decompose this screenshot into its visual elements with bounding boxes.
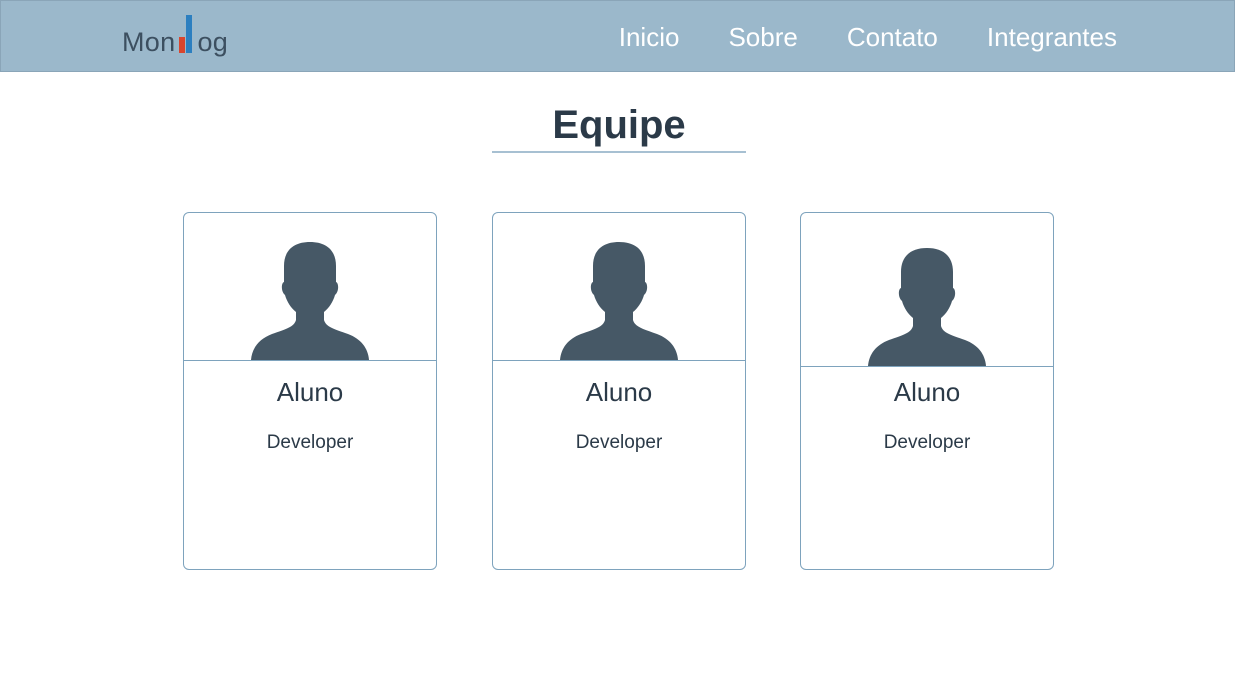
member-name: Aluno: [585, 377, 653, 407]
logo-text-right: og: [197, 27, 229, 57]
person-silhouette-icon: [560, 242, 678, 360]
logo-text-left: Mon: [122, 27, 176, 57]
nav-link-contato[interactable]: Contato: [847, 22, 938, 53]
nav-link-inicio[interactable]: Inicio: [619, 22, 680, 53]
title-underline: [492, 151, 746, 153]
nav-link-integrantes[interactable]: Integrantes: [987, 22, 1117, 53]
member-name: Aluno: [276, 377, 344, 407]
logo-bars-icon: [176, 14, 196, 56]
nav-link-sobre[interactable]: Sobre: [728, 22, 797, 53]
member-role: Developer: [883, 432, 971, 453]
team-card: Aluno Developer: [183, 212, 437, 570]
team-card: Aluno Developer: [800, 212, 1054, 570]
page-title: Equipe: [552, 103, 686, 147]
person-silhouette-icon: [868, 248, 986, 366]
navbar: Mon og Inicio Sobre Contato Integrantes: [0, 0, 1235, 72]
logo[interactable]: Mon og: [122, 14, 228, 56]
avatar: [493, 213, 745, 361]
avatar: [184, 213, 436, 361]
member-name: Aluno: [893, 377, 961, 407]
nav-links: Inicio Sobre Contato Integrantes: [619, 1, 1117, 73]
member-role: Developer: [266, 432, 354, 453]
team-card: Aluno Developer: [492, 212, 746, 570]
avatar: [801, 213, 1053, 367]
member-role: Developer: [575, 432, 663, 453]
person-silhouette-icon: [251, 242, 369, 360]
